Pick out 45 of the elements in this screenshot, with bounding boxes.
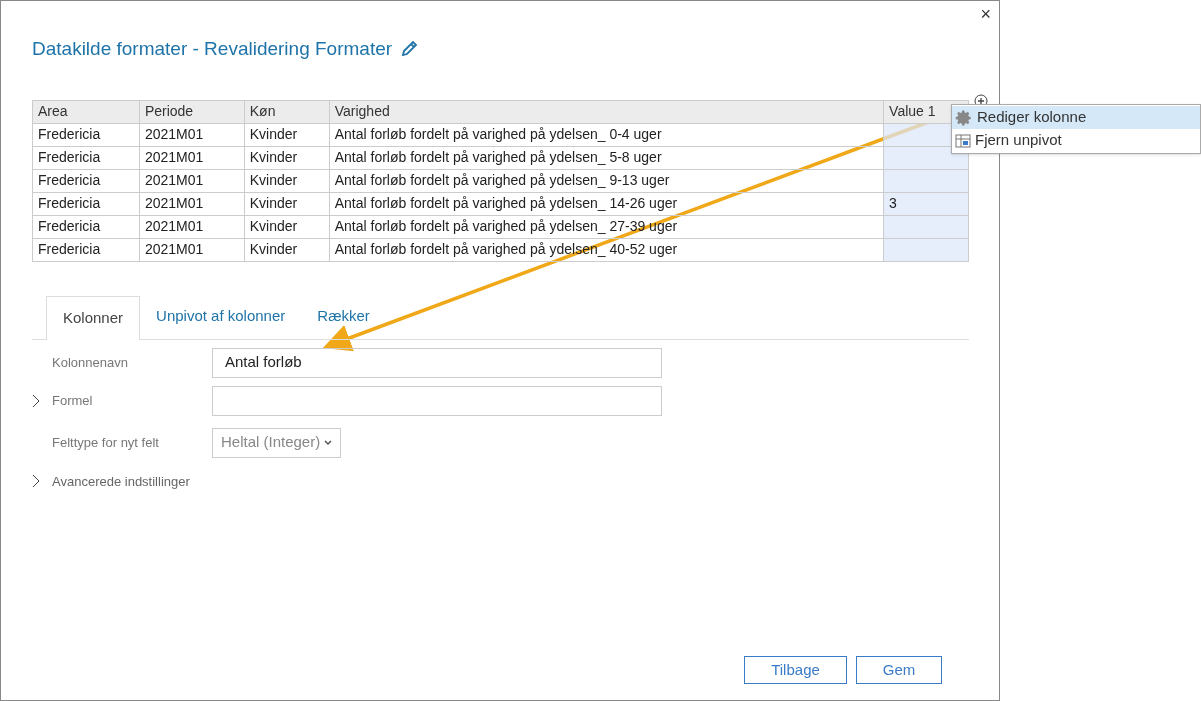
- menu-item[interactable]: Fjern unpivot: [952, 129, 1200, 152]
- table-cell: 2021M01: [139, 215, 245, 238]
- table-cell: Kvinder: [244, 238, 330, 261]
- column-header[interactable]: Køn: [244, 100, 330, 123]
- tab[interactable]: Unpivot af kolonner: [140, 294, 302, 339]
- tab[interactable]: Rækker: [301, 294, 386, 339]
- chevron-icon[interactable]: [32, 474, 40, 489]
- close-button[interactable]: ×: [980, 5, 991, 23]
- dialog-button[interactable]: Gem: [856, 656, 942, 684]
- pencil-icon[interactable]: [400, 40, 419, 59]
- menu-item[interactable]: Rediger kolonne: [952, 106, 1200, 129]
- tab[interactable]: Kolonner: [46, 295, 141, 340]
- table-cell: Fredericia: [33, 169, 140, 192]
- field-label: Kolonnenavn: [52, 353, 128, 372]
- dialog-button[interactable]: Tilbage: [744, 656, 847, 684]
- table-cell: 2021M01: [139, 169, 245, 192]
- table-cell: Fredericia: [33, 192, 140, 215]
- field-label: Felttype for nyt felt: [52, 433, 160, 452]
- table-cell: Kvinder: [244, 192, 330, 215]
- advanced-settings-toggle[interactable]: Avancerede indstillinger: [52, 471, 190, 491]
- table-cell: 2021M01: [139, 146, 245, 169]
- caret-icon: [324, 439, 333, 446]
- table-cell: Kvinder: [244, 123, 330, 146]
- table-cell: 2021M01: [139, 238, 245, 261]
- table-cell: 2021M01: [139, 123, 245, 146]
- column-header[interactable]: Area: [33, 100, 140, 123]
- table-cell: Fredericia: [33, 238, 140, 261]
- chevron-icon[interactable]: [32, 393, 40, 408]
- dialog-title: Datakilde formater - Revalidering Formater: [32, 37, 393, 61]
- table-cell: Fredericia: [33, 123, 140, 146]
- formula-field[interactable]: [212, 385, 662, 416]
- select-field[interactable]: Heltal (Integer): [212, 427, 342, 458]
- table-cell: Kvinder: [244, 146, 330, 169]
- table-cell: Kvinder: [244, 215, 330, 238]
- table-cell: 3: [884, 192, 968, 215]
- column-header[interactable]: Varighed: [329, 100, 885, 123]
- table-cell: Fredericia: [33, 215, 140, 238]
- gear-icon: [955, 108, 973, 127]
- text-field[interactable]: Antal forløb: [212, 347, 662, 378]
- table-cell: Fredericia: [33, 146, 140, 169]
- table-cell: Kvinder: [244, 169, 330, 192]
- table-icon: [955, 133, 971, 148]
- column-header[interactable]: Periode: [139, 100, 245, 123]
- table-cell: 2021M01: [139, 192, 245, 215]
- field-label: Formel: [52, 391, 93, 410]
